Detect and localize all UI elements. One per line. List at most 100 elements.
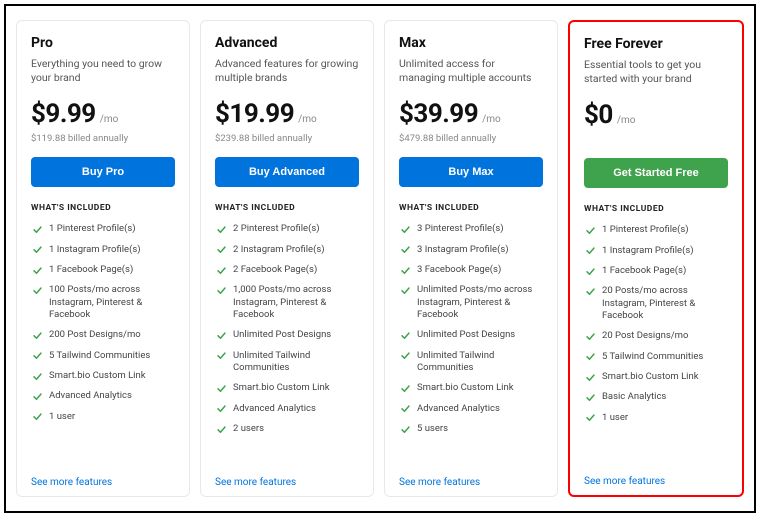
feature-text: 1 Pinterest Profile(s) xyxy=(49,223,136,235)
check-icon xyxy=(215,284,227,296)
feature-item: Smart.bio Custom Link xyxy=(215,382,359,394)
feature-text: Unlimited Tailwind Communities xyxy=(417,350,543,375)
check-icon xyxy=(399,403,411,415)
feature-item: Smart.bio Custom Link xyxy=(399,382,543,394)
plan-description: Unlimited access for managing multiple a… xyxy=(399,57,543,85)
cta-button[interactable]: Buy Max xyxy=(399,157,543,187)
price-row: $19.99/mo xyxy=(215,99,359,129)
feature-text: 3 Instagram Profile(s) xyxy=(417,244,509,256)
whats-included-title: WHAT'S INCLUDED xyxy=(31,203,175,213)
plan-description: Everything you need to grow your brand xyxy=(31,57,175,85)
feature-text: 5 users xyxy=(417,423,448,435)
feature-text: 200 Post Designs/mo xyxy=(49,329,141,341)
see-more-features-link[interactable]: See more features xyxy=(215,477,359,488)
feature-item: Unlimited Post Designs xyxy=(215,329,359,341)
feature-text: Basic Analytics xyxy=(602,391,666,403)
feature-text: Unlimited Post Designs xyxy=(233,329,331,341)
feature-text: Smart.bio Custom Link xyxy=(602,371,699,383)
check-icon xyxy=(399,382,411,394)
check-icon xyxy=(399,284,411,296)
feature-text: 1 Facebook Page(s) xyxy=(49,264,133,276)
pricing-card-pro: ProEverything you need to grow your bran… xyxy=(16,20,190,497)
plan-name: Advanced xyxy=(215,35,359,51)
feature-item: Unlimited Post Designs xyxy=(399,329,543,341)
plan-name: Max xyxy=(399,35,543,51)
feature-item: Unlimited Tailwind Communities xyxy=(215,350,359,375)
check-icon xyxy=(584,371,596,383)
check-icon xyxy=(584,224,596,236)
feature-text: 1 Instagram Profile(s) xyxy=(602,245,694,257)
feature-text: 1 Facebook Page(s) xyxy=(602,265,686,277)
check-icon xyxy=(399,329,411,341)
cta-button[interactable]: Get Started Free xyxy=(584,158,728,188)
feature-text: Smart.bio Custom Link xyxy=(417,382,514,394)
feature-text: Advanced Analytics xyxy=(417,403,500,415)
feature-item: Smart.bio Custom Link xyxy=(31,370,175,382)
see-more-features-link[interactable]: See more features xyxy=(31,477,175,488)
plan-period: /mo xyxy=(298,114,317,125)
check-icon xyxy=(31,411,43,423)
feature-item: Smart.bio Custom Link xyxy=(584,371,728,383)
pricing-card-advanced: Advanced Advanced features for growing mu… xyxy=(200,20,374,497)
check-icon xyxy=(399,223,411,235)
plan-billed: $119.88 billed annually xyxy=(31,133,175,145)
feature-item: 2 Pinterest Profile(s) xyxy=(215,223,359,235)
whats-included-title: WHAT'S INCLUDED xyxy=(215,203,359,213)
check-icon xyxy=(31,370,43,382)
see-more-features-link[interactable]: See more features xyxy=(584,476,728,487)
check-icon xyxy=(215,403,227,415)
plan-period: /mo xyxy=(482,114,501,125)
check-icon xyxy=(215,264,227,276)
feature-list: 1 Pinterest Profile(s) 1 Instagram Profil… xyxy=(584,224,728,424)
feature-list: 3 Pinterest Profile(s) 3 Instagram Profil… xyxy=(399,223,543,435)
feature-list: 1 Pinterest Profile(s) 1 Instagram Profil… xyxy=(31,223,175,423)
check-icon xyxy=(31,264,43,276)
check-icon xyxy=(31,329,43,341)
feature-item: 1 user xyxy=(31,411,175,423)
pricing-card-free-forever: Free ForeverEssential tools to get you s… xyxy=(568,20,744,497)
check-icon xyxy=(584,351,596,363)
whats-included-title: WHAT'S INCLUDED xyxy=(584,204,728,214)
feature-item: 1,000 Posts/mo across Instagram, Pintere… xyxy=(215,284,359,321)
feature-item: 2 Facebook Page(s) xyxy=(215,264,359,276)
plan-description: Advanced features for growing multiple b… xyxy=(215,57,359,85)
check-icon xyxy=(399,423,411,435)
feature-text: Smart.bio Custom Link xyxy=(233,382,330,394)
feature-item: 1 Pinterest Profile(s) xyxy=(584,224,728,236)
feature-text: 1 Instagram Profile(s) xyxy=(49,244,141,256)
feature-item: 2 Instagram Profile(s) xyxy=(215,244,359,256)
cta-button[interactable]: Buy Pro xyxy=(31,157,175,187)
feature-item: Unlimited Posts/mo across Instagram, Pin… xyxy=(399,284,543,321)
plan-billed xyxy=(584,134,728,146)
check-icon xyxy=(31,223,43,235)
pricing-card-max: Max Unlimited access for managing multipl… xyxy=(384,20,558,497)
feature-text: Unlimited Posts/mo across Instagram, Pin… xyxy=(417,284,543,321)
feature-text: 2 Instagram Profile(s) xyxy=(233,244,325,256)
check-icon xyxy=(215,350,227,362)
feature-text: 100 Posts/mo across Instagram, Pinterest… xyxy=(49,284,175,321)
feature-item: 20 Posts/mo across Instagram, Pinterest … xyxy=(584,285,728,322)
price-row: $0/mo xyxy=(584,100,728,130)
feature-item: Basic Analytics xyxy=(584,391,728,403)
check-icon xyxy=(584,245,596,257)
feature-item: 1 user xyxy=(584,412,728,424)
feature-item: 3 Pinterest Profile(s) xyxy=(399,223,543,235)
check-icon xyxy=(215,244,227,256)
feature-text: 1,000 Posts/mo across Instagram, Pintere… xyxy=(233,284,359,321)
feature-item: 100 Posts/mo across Instagram, Pinterest… xyxy=(31,284,175,321)
check-icon xyxy=(31,390,43,402)
feature-item: 1 Pinterest Profile(s) xyxy=(31,223,175,235)
plan-price: $19.99 xyxy=(215,99,294,129)
see-more-features-link[interactable]: See more features xyxy=(399,477,543,488)
feature-item: Unlimited Tailwind Communities xyxy=(399,350,543,375)
plan-name: Free Forever xyxy=(584,36,728,52)
feature-text: 1 user xyxy=(602,412,628,424)
feature-text: 1 user xyxy=(49,411,75,423)
feature-item: 5 Tailwind Communities xyxy=(31,350,175,362)
feature-text: Advanced Analytics xyxy=(49,390,132,402)
feature-text: 2 users xyxy=(233,423,264,435)
feature-item: 1 Instagram Profile(s) xyxy=(31,244,175,256)
plan-period: /mo xyxy=(100,114,119,125)
plan-billed: $239.88 billed annually xyxy=(215,133,359,145)
cta-button[interactable]: Buy Advanced xyxy=(215,157,359,187)
